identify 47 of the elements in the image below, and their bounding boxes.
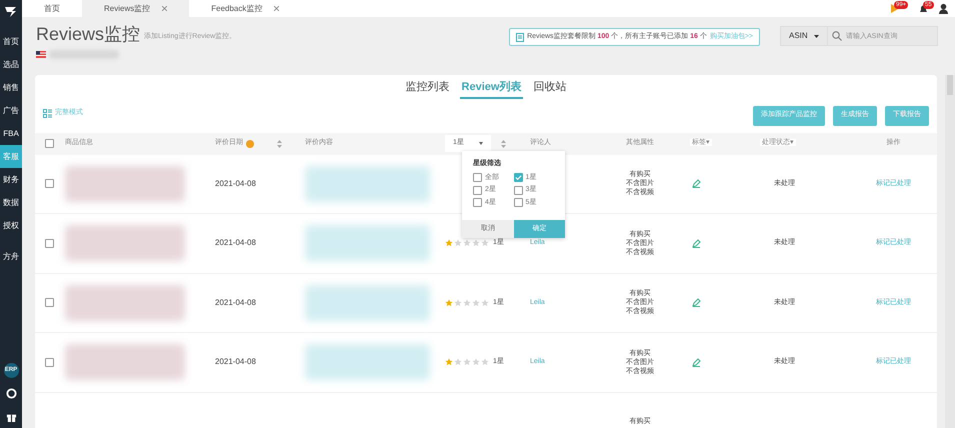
checkbox[interactable] [473,198,482,208]
view-tab[interactable]: 回收站 [531,79,568,98]
checkbox[interactable] [45,139,54,148]
pencil-icon[interactable] [692,298,701,308]
caret-icon [814,34,819,38]
table-cell-text: 2021-04-08 [215,296,257,309]
sidebar-item[interactable]: 首页 [0,30,22,53]
page-title: Reviews监控 [36,23,140,46]
table-cell-text: 2021-04-08 [215,178,257,190]
pencil-icon[interactable] [692,358,701,367]
close-icon[interactable] [274,6,280,11]
checkbox[interactable] [45,358,54,367]
caret-icon [479,142,483,145]
sidebar-item[interactable]: 销售 [0,76,22,99]
table-cell-text: 2021-04-08 [215,356,257,368]
checkbox[interactable] [514,186,522,195]
sidebar-item[interactable]: 授权 [0,214,22,237]
sort-icon[interactable] [277,140,282,148]
checkbox[interactable] [473,173,482,182]
sidebar-item[interactable]: 选品 [0,53,22,76]
pencil-icon[interactable] [692,238,701,248]
search-icon [832,31,842,41]
view-tab[interactable]: 监控列表 [404,79,452,98]
checkbox[interactable] [45,298,54,308]
document-icon [516,32,524,42]
sort-icon[interactable] [501,140,506,148]
checkbox[interactable] [45,238,54,248]
close-icon[interactable] [162,6,168,11]
sidebar-item[interactable]: 广告 [0,99,22,122]
pencil-icon[interactable] [692,179,701,188]
table-cell-text: 2021-04-08 [215,237,257,250]
checkbox[interactable] [45,179,54,188]
help-icon [246,140,254,148]
checkbox[interactable] [514,173,522,182]
sidebar-item[interactable]: FBA [0,122,22,145]
checkbox[interactable] [514,198,522,208]
user-icon[interactable] [938,3,949,14]
sidebar-item[interactable]: 财务 [0,168,22,191]
page-tab[interactable]: Reviews监控 [82,0,190,17]
sidebar-item[interactable]: 方舟 [0,245,22,268]
checkbox[interactable] [473,186,482,195]
list-icon[interactable] [43,109,52,118]
logo-icon [4,4,18,18]
scrollbar[interactable] [945,75,955,428]
search-type-select[interactable]: ASIN [780,26,828,46]
sidebar-item[interactable]: 数据 [0,191,22,214]
view-tab[interactable]: Review列表 [460,79,524,98]
